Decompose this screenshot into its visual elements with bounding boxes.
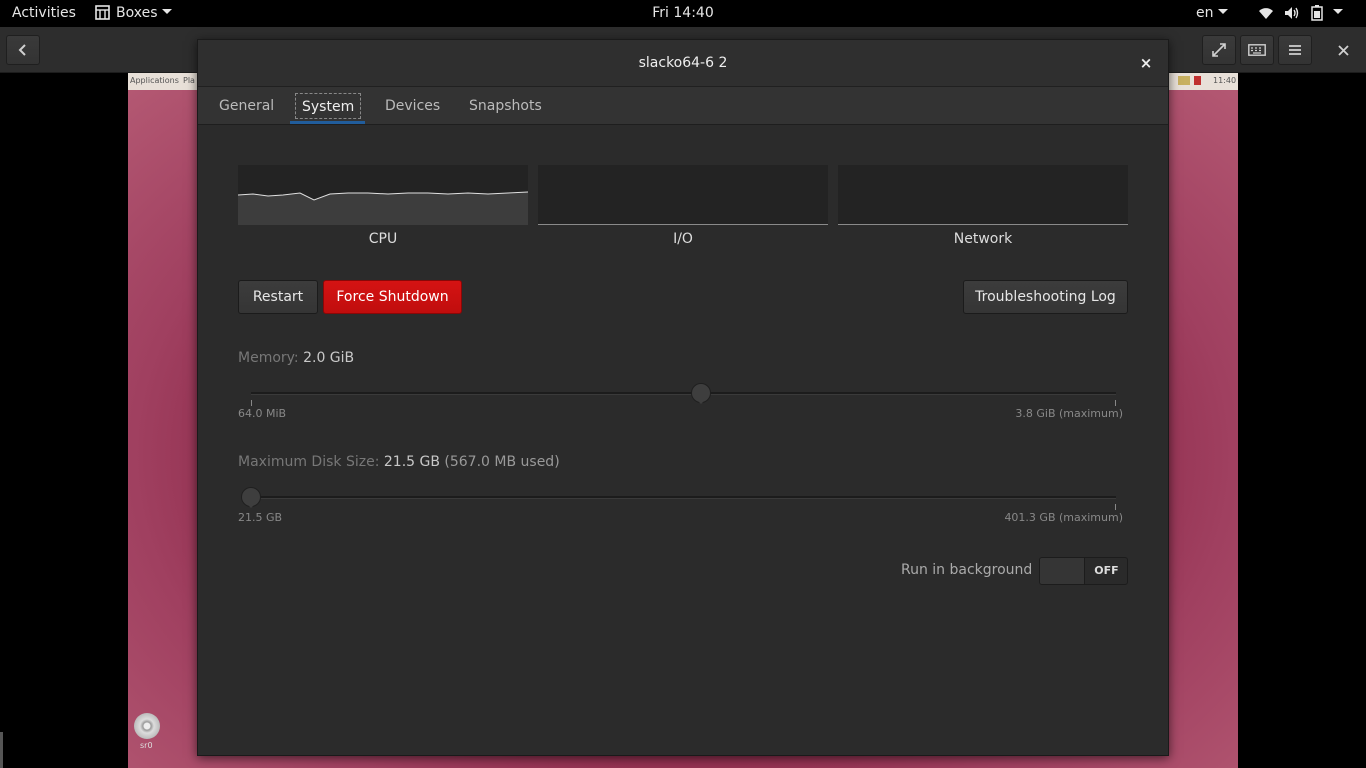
guest-clock: 11:40 bbox=[1213, 76, 1237, 85]
dialog-title: slacko64-6 2 bbox=[638, 55, 728, 71]
dialog-close-button[interactable]: × bbox=[1135, 52, 1157, 74]
system-tray[interactable] bbox=[1258, 0, 1344, 27]
disk-size-field: Maximum Disk Size: 21.5 GB (567.0 MB use… bbox=[238, 454, 560, 470]
boxes-app-icon bbox=[95, 5, 110, 20]
close-icon bbox=[1337, 44, 1349, 56]
screen-edge bbox=[0, 732, 3, 768]
restart-button[interactable]: Restart bbox=[238, 280, 318, 314]
window-close-button[interactable] bbox=[1328, 35, 1358, 65]
io-graph-label: I/O bbox=[673, 231, 693, 247]
memory-slider-min-tick bbox=[251, 400, 252, 406]
cpu-graph-label: CPU bbox=[368, 231, 398, 247]
disk-size-slider[interactable] bbox=[251, 496, 1116, 499]
language-label: en bbox=[1196, 5, 1214, 21]
network-graph bbox=[838, 165, 1128, 225]
io-graph bbox=[538, 165, 828, 225]
menu-button[interactable] bbox=[1278, 35, 1312, 65]
chevron-down-icon bbox=[1217, 9, 1228, 14]
chevron-down-icon bbox=[1333, 9, 1344, 14]
memory-max-label: 3.8 GiB (maximum) bbox=[1015, 407, 1123, 420]
tab-system[interactable]: System bbox=[295, 93, 362, 119]
tab-bar: General System Devices Snapshots bbox=[198, 87, 1168, 125]
cpu-graph-plot bbox=[237, 191, 529, 225]
cdrom-icon[interactable] bbox=[134, 713, 160, 739]
tab-devices[interactable]: Devices bbox=[379, 93, 446, 119]
switch-state: OFF bbox=[1094, 564, 1119, 577]
memory-slider[interactable] bbox=[251, 392, 1116, 395]
keyboard-icon bbox=[1248, 44, 1266, 56]
battery-icon bbox=[1311, 5, 1323, 21]
force-shutdown-button[interactable]: Force Shutdown bbox=[323, 280, 462, 314]
activities-button[interactable]: Activities bbox=[12, 0, 76, 27]
tab-snapshots[interactable]: Snapshots bbox=[463, 93, 548, 119]
properties-dialog: slacko64-6 2 × General System Devices Sn… bbox=[197, 39, 1169, 756]
cdrom-label: sr0 bbox=[140, 741, 153, 750]
network-graph-label: Network bbox=[953, 231, 1013, 247]
active-tab-indicator bbox=[290, 121, 365, 124]
guest-places-menu[interactable]: Pla bbox=[183, 76, 195, 85]
disk-used-value: (567.0 MB used) bbox=[444, 454, 560, 470]
back-button[interactable] bbox=[6, 35, 40, 65]
memory-slider-max-tick bbox=[1115, 400, 1116, 406]
guest-applications-menu[interactable]: Applications bbox=[130, 76, 179, 85]
disk-max-label: 401.3 GB (maximum) bbox=[1004, 511, 1123, 524]
keyboard-button[interactable] bbox=[1240, 35, 1274, 65]
cpu-graph bbox=[237, 165, 529, 225]
memory-field: Memory: 2.0 GiB bbox=[238, 350, 354, 366]
dialog-titlebar: slacko64-6 2 × bbox=[198, 40, 1168, 87]
app-menu-label: Boxes bbox=[116, 5, 158, 21]
wifi-icon bbox=[1259, 8, 1273, 19]
switch-knob bbox=[1040, 558, 1085, 584]
tab-general[interactable]: General bbox=[213, 93, 280, 119]
memory-value: 2.0 GiB bbox=[303, 350, 355, 366]
hamburger-icon bbox=[1289, 45, 1301, 55]
disk-size-label: Maximum Disk Size: bbox=[238, 454, 380, 470]
guest-tray-icon[interactable] bbox=[1178, 76, 1190, 85]
memory-label: Memory: bbox=[238, 350, 299, 366]
language-indicator[interactable]: en bbox=[1196, 0, 1228, 27]
clock-container: Fri 14:40 bbox=[0, 0, 1366, 27]
run-in-background-label: Run in background bbox=[901, 562, 1033, 578]
memory-slider-knob[interactable] bbox=[690, 383, 711, 404]
chevron-down-icon bbox=[161, 9, 172, 14]
disk-min-label: 21.5 GB bbox=[238, 511, 283, 524]
memory-min-label: 64.0 MiB bbox=[238, 407, 287, 420]
fullscreen-button[interactable] bbox=[1202, 35, 1236, 65]
clock[interactable]: Fri 14:40 bbox=[652, 5, 713, 21]
back-arrow-icon bbox=[18, 44, 26, 56]
volume-icon bbox=[1285, 7, 1299, 19]
run-in-background-switch[interactable]: OFF bbox=[1039, 557, 1128, 585]
app-menu[interactable]: Boxes bbox=[95, 0, 172, 27]
disk-size-value: 21.5 GB bbox=[383, 454, 440, 470]
fullscreen-icon bbox=[1212, 43, 1226, 57]
disk-slider-max-tick bbox=[1115, 504, 1116, 510]
gnome-top-bar: Activities Boxes Fri 14:40 en bbox=[0, 0, 1366, 27]
disk-size-slider-knob[interactable] bbox=[241, 487, 261, 508]
guest-tray-icon[interactable] bbox=[1194, 76, 1201, 85]
troubleshooting-log-button[interactable]: Troubleshooting Log bbox=[963, 280, 1128, 314]
